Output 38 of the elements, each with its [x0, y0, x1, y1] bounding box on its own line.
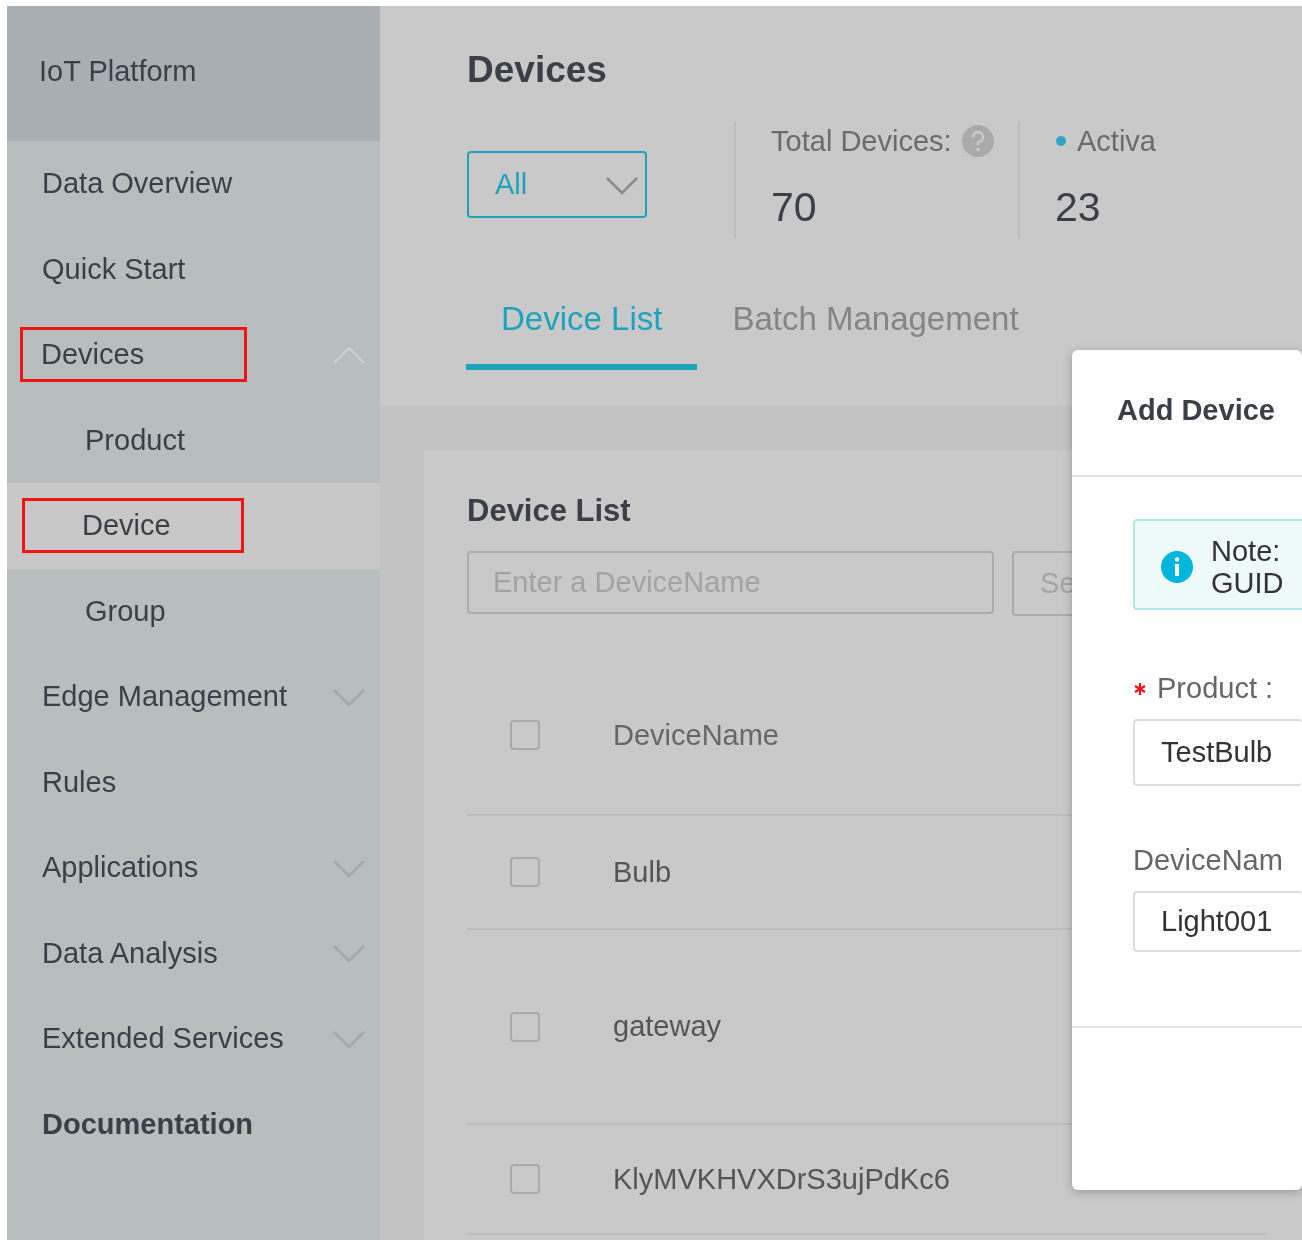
nav-link[interactable]: Edge Management — [39, 669, 291, 725]
checkbox[interactable] — [510, 1011, 540, 1042]
field-label: Product : — [1157, 672, 1274, 705]
status-dot-icon — [1055, 135, 1068, 147]
dialog-title: Add Device — [1117, 394, 1275, 426]
checkbox[interactable] — [510, 720, 540, 750]
input-field[interactable]: TestBulb — [1133, 719, 1302, 786]
stat-value: 23 — [1055, 184, 1102, 231]
nav-link[interactable]: Group — [82, 583, 169, 639]
nav-link[interactable]: Data Overview — [39, 156, 236, 212]
stat-label: Total Devices: — [771, 124, 952, 158]
checkbox[interactable] — [510, 1164, 540, 1194]
note-text: Note: — [1211, 535, 1282, 567]
nav-link[interactable]: Quick Start — [39, 241, 189, 297]
info-icon — [1161, 551, 1193, 583]
nav-link[interactable]: Rules — [39, 754, 120, 810]
nav-link[interactable]: Data Analysis — [39, 925, 221, 981]
page-title: Devices — [467, 48, 608, 92]
table-cell: Bulb — [613, 855, 672, 889]
stat-label: Activa — [1077, 124, 1156, 158]
table-cell: KlyMVKHVXDrS3ujPdKc6 — [613, 1162, 950, 1196]
card-title: Device List — [467, 492, 632, 530]
annotated-nav-link[interactable]: Devices — [20, 327, 248, 383]
table-cell: gateway — [613, 1010, 721, 1043]
nav-link[interactable]: Extended Services — [39, 1011, 287, 1067]
input-field[interactable]: Light001 — [1133, 891, 1302, 952]
column-header: DeviceName — [613, 718, 779, 752]
help-icon[interactable] — [961, 125, 994, 157]
nav-link[interactable]: Documentation — [39, 1096, 257, 1152]
stat-value: 70 — [771, 184, 818, 231]
note-text: GUID — [1211, 567, 1284, 599]
nav-link[interactable]: Applications — [39, 840, 202, 896]
chevron-down-icon — [605, 174, 640, 195]
checkbox[interactable] — [510, 857, 540, 887]
nav-link[interactable]: Product — [82, 412, 188, 468]
field-label: DeviceNam — [1133, 844, 1283, 877]
annotated-nav-link[interactable]: Device — [22, 498, 244, 554]
app-title: IoT Platform — [39, 55, 197, 88]
